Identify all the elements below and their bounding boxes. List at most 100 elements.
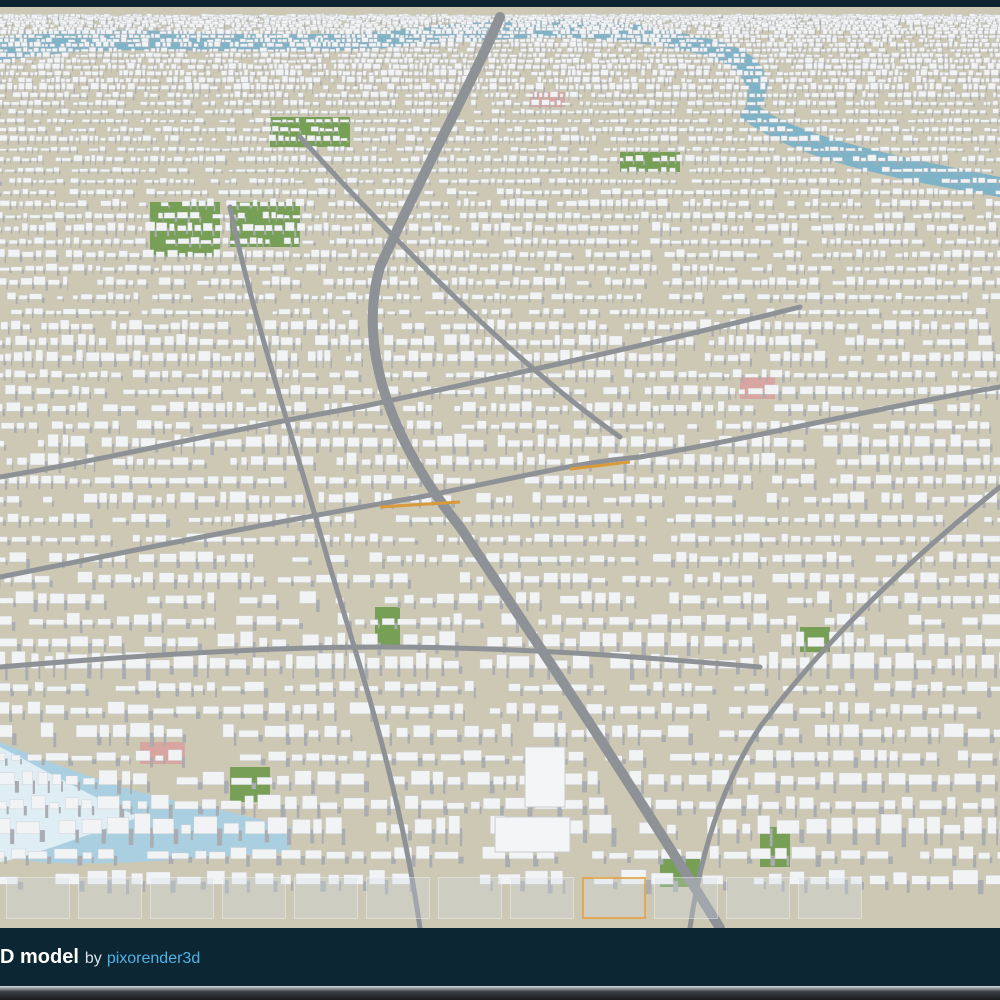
building <box>829 43 834 47</box>
building <box>581 34 586 39</box>
building <box>813 54 820 58</box>
building <box>862 71 866 76</box>
building <box>481 34 486 38</box>
building <box>8 42 14 47</box>
building <box>743 70 749 76</box>
building <box>755 65 763 70</box>
building <box>700 20 704 26</box>
building <box>53 57 61 63</box>
building <box>320 37 324 43</box>
building <box>701 34 706 39</box>
building <box>629 23 634 28</box>
building <box>502 44 510 47</box>
building <box>270 53 275 58</box>
building <box>687 43 692 47</box>
building <box>979 34 984 39</box>
building <box>813 47 820 52</box>
building <box>967 39 974 43</box>
building <box>63 71 70 76</box>
building <box>508 63 516 69</box>
building <box>281 59 287 63</box>
building <box>901 53 906 58</box>
building <box>766 17 770 21</box>
building <box>105 29 113 35</box>
building <box>395 26 401 31</box>
building <box>33 47 39 52</box>
building <box>631 38 636 43</box>
building-shadow <box>989 73 991 80</box>
building <box>170 53 175 58</box>
building <box>34 71 38 76</box>
building <box>167 58 172 63</box>
building <box>932 59 937 63</box>
building <box>495 69 500 76</box>
building-shadow <box>203 67 206 72</box>
building <box>80 54 88 58</box>
building <box>433 69 440 76</box>
building <box>598 60 605 63</box>
building <box>388 69 395 76</box>
building <box>720 19 724 25</box>
building <box>789 39 794 43</box>
building <box>107 62 112 69</box>
building <box>311 66 317 70</box>
building <box>607 62 613 69</box>
building <box>340 24 343 28</box>
city-render[interactable] <box>0 7 1000 928</box>
building <box>161 54 169 58</box>
building <box>86 20 94 26</box>
building-shadow <box>718 23 720 28</box>
building <box>307 29 311 35</box>
model-viewer[interactable] <box>0 7 1000 928</box>
building <box>838 47 846 52</box>
building-shadow <box>273 45 276 50</box>
building <box>891 52 900 58</box>
building <box>669 28 674 35</box>
building <box>0 63 6 69</box>
building <box>87 24 94 28</box>
building <box>434 35 442 38</box>
building <box>16 52 23 58</box>
building <box>753 49 761 52</box>
building <box>723 30 729 35</box>
building <box>508 38 514 43</box>
building <box>357 52 361 58</box>
building <box>911 48 918 52</box>
building <box>263 65 268 69</box>
building <box>418 28 422 35</box>
building <box>560 29 566 35</box>
building <box>854 65 862 69</box>
building <box>862 57 870 63</box>
building <box>76 30 81 35</box>
building-shadow <box>288 55 290 61</box>
building <box>251 35 255 38</box>
building <box>578 22 582 26</box>
building <box>449 59 457 63</box>
building <box>65 78 71 83</box>
building <box>684 35 690 38</box>
building <box>231 22 235 28</box>
building <box>889 41 897 47</box>
building-shadow <box>963 68 965 71</box>
building <box>833 65 842 69</box>
building <box>736 69 743 76</box>
building <box>315 37 319 43</box>
building <box>303 63 311 69</box>
building <box>176 34 180 38</box>
building <box>689 34 695 38</box>
building <box>554 53 560 58</box>
building <box>879 28 884 35</box>
building <box>375 25 382 31</box>
building <box>664 43 669 47</box>
building <box>65 42 72 47</box>
building <box>952 29 959 35</box>
building <box>912 52 916 58</box>
building <box>860 26 867 31</box>
building <box>536 15 543 21</box>
building <box>921 65 929 69</box>
building <box>8 77 12 83</box>
building <box>11 30 17 35</box>
building <box>20 42 28 47</box>
building <box>847 64 854 69</box>
building <box>569 41 577 47</box>
